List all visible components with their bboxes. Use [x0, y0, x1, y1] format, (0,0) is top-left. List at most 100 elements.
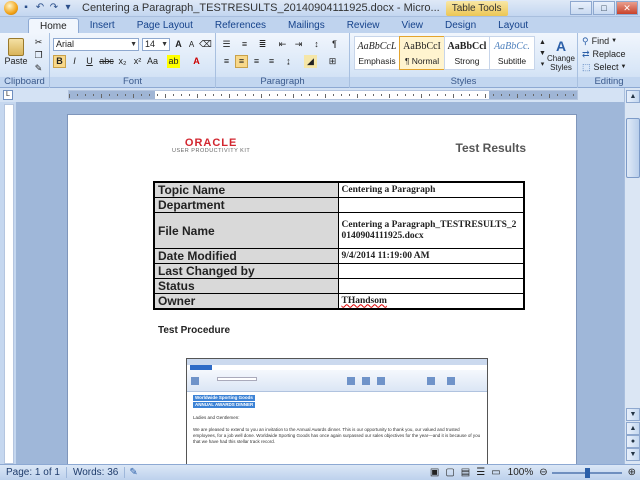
- underline-button[interactable]: U: [83, 55, 96, 68]
- select-browse-object-icon[interactable]: ●: [626, 435, 640, 448]
- copy-icon[interactable]: ❐: [32, 49, 45, 62]
- word-count[interactable]: Words: 36: [67, 467, 126, 478]
- format-painter-icon[interactable]: ✎: [32, 62, 45, 75]
- zoom-slider-thumb[interactable]: [584, 467, 590, 478]
- bold-button[interactable]: B: [53, 55, 66, 68]
- font-family-combo[interactable]: Arial ▼: [53, 38, 139, 51]
- table-value-cell[interactable]: [337, 197, 525, 213]
- proofing-icon[interactable]: ✎: [125, 467, 141, 478]
- strikethrough-button[interactable]: abc: [99, 55, 114, 68]
- tab-selector-icon[interactable]: L: [3, 90, 13, 100]
- tab-mailings[interactable]: Mailings: [277, 18, 336, 33]
- embedded-screenshot[interactable]: Worldwide Sporting Goods ANNUAL AWARDS D…: [186, 358, 488, 464]
- view-web-layout-icon[interactable]: ▤: [458, 467, 473, 478]
- style-normal[interactable]: AaBbCcI ¶ Normal: [399, 36, 445, 70]
- highlight-icon[interactable]: ab: [167, 55, 180, 68]
- minimize-button[interactable]: –: [570, 1, 592, 15]
- cut-icon[interactable]: ✂: [32, 36, 45, 49]
- show-marks-icon[interactable]: ¶: [328, 38, 341, 51]
- style-strong[interactable]: AaBbCcl Strong: [444, 36, 490, 70]
- table-value-cell[interactable]: Centering a Paragraph: [337, 181, 525, 198]
- tab-home[interactable]: Home: [28, 18, 79, 33]
- decrease-indent-icon[interactable]: ⇤: [276, 38, 289, 51]
- justify-icon[interactable]: ≡: [265, 55, 278, 68]
- table-value-cell[interactable]: [337, 278, 525, 294]
- horizontal-ruler[interactable]: [68, 90, 578, 100]
- customize-qat-icon[interactable]: ▾: [62, 2, 74, 14]
- tab-insert[interactable]: Insert: [79, 18, 126, 33]
- maximize-button[interactable]: □: [593, 1, 615, 15]
- replace-button[interactable]: ⇄ Replace: [582, 48, 626, 60]
- align-center-icon[interactable]: ≡: [235, 55, 248, 68]
- vertical-ruler[interactable]: [4, 104, 14, 464]
- scroll-down-icon[interactable]: ▼: [626, 408, 640, 421]
- style-emphasis[interactable]: AaBbCcL Emphasis: [354, 36, 400, 70]
- numbering-icon[interactable]: ≡: [238, 38, 251, 51]
- increase-indent-icon[interactable]: ⇥: [292, 38, 305, 51]
- tab-review[interactable]: Review: [336, 18, 391, 33]
- save-icon[interactable]: ▪: [20, 2, 32, 14]
- view-draft-icon[interactable]: ▭: [488, 467, 503, 478]
- grow-font-icon[interactable]: A: [172, 38, 185, 51]
- tab-design[interactable]: Design: [434, 18, 487, 33]
- document-page[interactable]: ORACLE USER PRODUCTIVITY KIT Test Result…: [67, 114, 577, 464]
- table-value-cell[interactable]: 9/4/2014 11:19:00 AM: [337, 248, 525, 264]
- zoom-level[interactable]: 100%: [504, 467, 538, 478]
- table-label-cell[interactable]: Department: [153, 197, 339, 213]
- superscript-button[interactable]: x²: [131, 55, 144, 68]
- borders-icon[interactable]: ⊞: [326, 55, 339, 68]
- table-row: Topic Name Centering a Paragraph: [153, 181, 525, 198]
- next-page-icon[interactable]: ▼: [626, 448, 640, 461]
- find-button[interactable]: ⚲ Find ▼: [582, 35, 617, 47]
- tab-references[interactable]: References: [204, 18, 277, 33]
- clear-formatting-icon[interactable]: ⌫: [199, 38, 212, 51]
- tab-layout[interactable]: Layout: [487, 18, 539, 33]
- scrollbar-thumb[interactable]: [626, 118, 640, 178]
- table-label-cell[interactable]: Owner: [153, 293, 339, 310]
- redo-icon[interactable]: ↷: [48, 2, 60, 14]
- align-left-icon[interactable]: ≡: [220, 55, 233, 68]
- table-value-cell[interactable]: Centering a Paragraph_TESTRESULTS_201409…: [337, 212, 525, 249]
- zoom-slider[interactable]: [551, 467, 622, 478]
- view-full-screen-icon[interactable]: ▢: [442, 467, 457, 478]
- close-button[interactable]: ✕: [616, 1, 638, 15]
- test-info-table[interactable]: Topic Name Centering a Paragraph Departm…: [153, 181, 525, 310]
- style-subtitle[interactable]: AaBbCc. Subtitle: [489, 36, 535, 70]
- change-case-icon[interactable]: Aa: [146, 55, 159, 68]
- table-label-cell[interactable]: Last Changed by: [153, 263, 339, 279]
- table-label-cell[interactable]: Topic Name: [153, 181, 339, 198]
- line-spacing-icon[interactable]: ↨: [282, 55, 295, 68]
- zoom-out-icon[interactable]: ⊖: [537, 467, 549, 478]
- italic-button[interactable]: I: [68, 55, 81, 68]
- shading-icon[interactable]: ◢: [304, 55, 317, 68]
- table-label-cell[interactable]: Status: [153, 278, 339, 294]
- sort-icon[interactable]: ↕: [310, 38, 323, 51]
- table-value-cell[interactable]: THandsom: [337, 293, 525, 310]
- page-count[interactable]: Page: 1 of 1: [0, 467, 67, 478]
- subscript-button[interactable]: x₂: [116, 55, 129, 68]
- clipboard-group: Paste ✂ ❐ ✎ Clipboard: [0, 33, 50, 88]
- vertical-scrollbar[interactable]: ▲ ▼ ▲ ● ▼: [624, 88, 640, 464]
- view-outline-icon[interactable]: ☰: [473, 467, 488, 478]
- tab-page-layout[interactable]: Page Layout: [126, 18, 204, 33]
- quick-access-toolbar: ▪ ↶ ↷ ▾: [0, 1, 74, 15]
- font-color-icon[interactable]: A: [190, 55, 203, 68]
- tab-view[interactable]: View: [391, 18, 435, 33]
- font-size-combo[interactable]: 14 ▼: [142, 38, 170, 51]
- multilevel-list-icon[interactable]: ≣: [256, 38, 269, 51]
- change-styles-button[interactable]: A Change Styles: [546, 35, 576, 75]
- office-button[interactable]: [4, 1, 18, 15]
- previous-page-icon[interactable]: ▲: [626, 422, 640, 435]
- align-right-icon[interactable]: ≡: [250, 55, 263, 68]
- shrink-font-icon[interactable]: A: [185, 38, 198, 51]
- view-print-layout-icon[interactable]: ▣: [427, 467, 442, 478]
- table-value-cell[interactable]: [337, 263, 525, 279]
- zoom-in-icon[interactable]: ⊕: [624, 467, 640, 478]
- bullets-icon[interactable]: ☰: [220, 38, 233, 51]
- undo-icon[interactable]: ↶: [34, 2, 46, 14]
- paste-button[interactable]: Paste: [4, 35, 28, 69]
- table-label-cell[interactable]: Date Modified: [153, 248, 339, 264]
- scroll-up-icon[interactable]: ▲: [626, 90, 640, 103]
- select-button[interactable]: ⬚ Select ▼: [582, 61, 626, 73]
- table-label-cell[interactable]: File Name: [153, 212, 339, 249]
